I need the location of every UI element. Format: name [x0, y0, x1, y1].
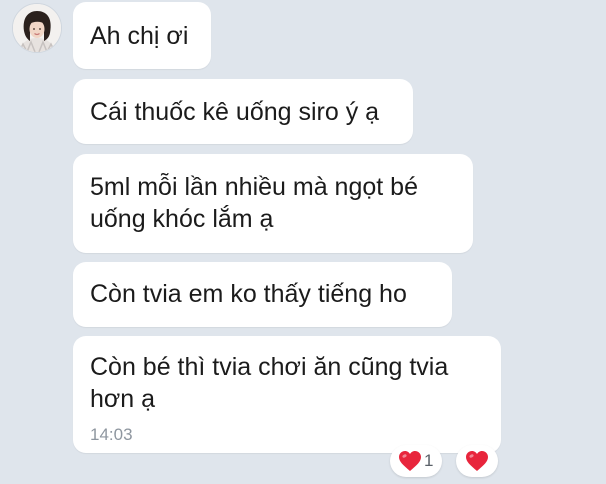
message-text: Cái thuốc kê uống siro ý ạ — [90, 98, 380, 126]
message-bubble-2[interactable]: Cái thuốc kê uống siro ý ạ — [73, 79, 413, 144]
message-timestamp: 14:03 — [90, 425, 133, 444]
heart-icon — [466, 451, 488, 471]
reaction-summary[interactable]: 1 — [390, 445, 442, 477]
message-line: hơn ạ — [90, 385, 156, 413]
message-bubble-3[interactable]: 5ml mỗi lần nhiều mà ngọt bé uống khóc l… — [73, 154, 473, 253]
message-text: Còn tvia em ko thấy tiếng ho — [90, 280, 407, 308]
message-bubble-4[interactable]: Còn tvia em ko thấy tiếng ho — [73, 262, 452, 327]
avatar-photo — [13, 4, 61, 52]
message-bubble-5[interactable]: Còn bé thì tvia chơi ăn cũng tvia hơn ạ … — [73, 336, 501, 453]
message-line: uống khóc lắm ạ — [90, 205, 274, 233]
message-line: 5ml mỗi lần nhiều mà ngọt bé — [90, 173, 418, 201]
message-line: Còn bé thì tvia chơi ăn cũng tvia — [90, 353, 449, 381]
message-text: Ah chị ơi — [90, 22, 189, 50]
message-bubble-1[interactable]: Ah chị ơi — [73, 2, 211, 69]
react-button[interactable] — [456, 445, 498, 477]
contact-avatar[interactable] — [12, 3, 62, 53]
reaction-count: 1 — [424, 451, 434, 470]
heart-icon — [399, 451, 421, 471]
